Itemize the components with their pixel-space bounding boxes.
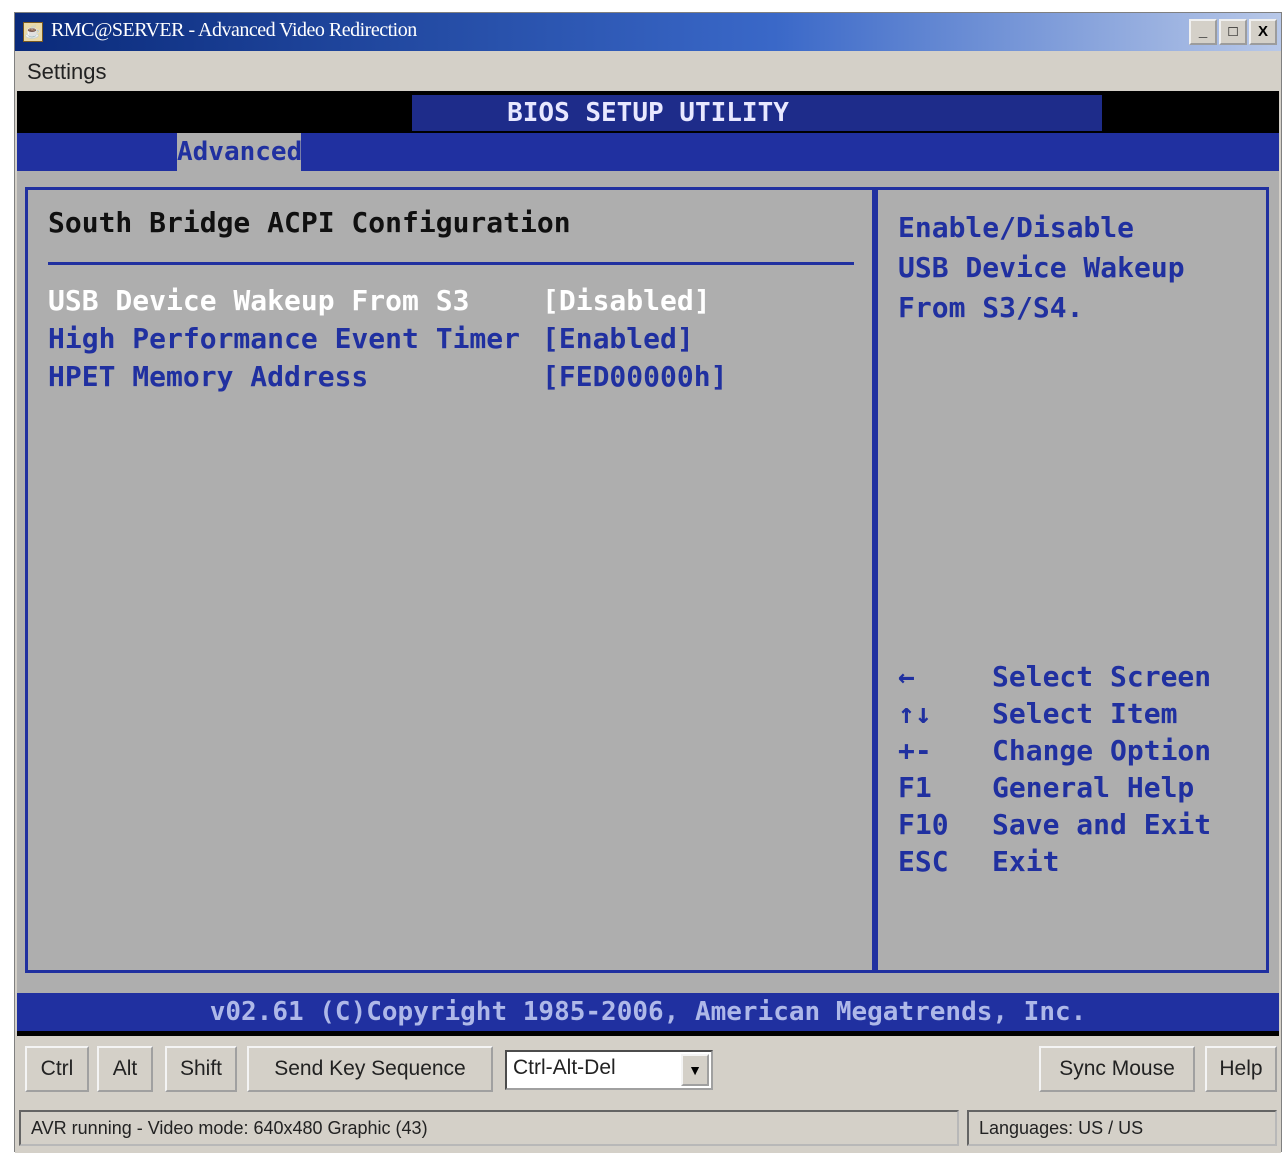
help-line: From S3/S4.: [898, 291, 1084, 324]
tab-advanced[interactable]: Advanced: [177, 133, 302, 171]
help-line: USB Device Wakeup: [898, 251, 1185, 284]
option-hpet[interactable]: High Performance Event Timer [Enabled]: [48, 322, 848, 360]
send-key-sequence-button[interactable]: Send Key Sequence: [247, 1046, 493, 1092]
minimize-button[interactable]: _: [1189, 19, 1217, 45]
option-value[interactable]: [Enabled]: [542, 322, 694, 355]
key-legend-row: F1 General Help: [898, 771, 1258, 808]
bios-footer: v02.61 (C)Copyright 1985-2006, American …: [17, 993, 1279, 1031]
close-button[interactable]: X: [1249, 19, 1277, 45]
key-legend-row: ← Select Screen: [898, 660, 1258, 697]
f10-key: F10: [898, 808, 949, 841]
alt-button[interactable]: Alt: [97, 1046, 153, 1092]
maximize-button[interactable]: □: [1219, 19, 1247, 45]
section-heading: South Bridge ACPI Configuration: [48, 206, 571, 239]
key-description: General Help: [992, 771, 1195, 804]
option-hpet-memory-address[interactable]: HPET Memory Address [FED00000h]: [48, 360, 848, 398]
sync-mouse-button[interactable]: Sync Mouse: [1039, 1046, 1195, 1092]
key-description: Change Option: [992, 734, 1212, 767]
window-controls: _ □ X: [1189, 19, 1277, 45]
status-message: AVR running - Video mode: 640x480 Graphi…: [19, 1110, 959, 1146]
bios-tab-bar: Advanced: [17, 133, 1279, 171]
f1-key: F1: [898, 771, 932, 804]
menu-bar: Settings: [15, 51, 1281, 91]
option-label: USB Device Wakeup From S3: [48, 284, 470, 317]
remote-screen[interactable]: BIOS SETUP UTILITY Advanced South Bridge…: [17, 91, 1279, 1036]
left-arrow-icon: ←: [898, 660, 915, 693]
item-help-text: Enable/Disable USB Device Wakeup From S3…: [898, 206, 1258, 326]
key-sequence-select[interactable]: Ctrl-Alt-Del ▼: [505, 1050, 713, 1090]
help-line: Enable/Disable: [898, 211, 1135, 244]
shift-button[interactable]: Shift: [165, 1046, 237, 1092]
key-description: Select Item: [992, 697, 1178, 730]
key-legend-row: F10 Save and Exit: [898, 808, 1258, 845]
ctrl-button[interactable]: Ctrl: [25, 1046, 89, 1092]
status-bar: AVR running - Video mode: 640x480 Graphi…: [15, 1104, 1281, 1153]
option-label: High Performance Event Timer: [48, 322, 521, 355]
avr-toolbar: Ctrl Alt Shift Send Key Sequence Ctrl-Al…: [15, 1036, 1281, 1104]
option-usb-device-wakeup[interactable]: USB Device Wakeup From S3 [Disabled]: [48, 284, 848, 322]
key-description: Save and Exit: [992, 808, 1212, 841]
key-sequence-value: Ctrl-Alt-Del: [513, 1056, 616, 1079]
copyright-text: v02.61 (C)Copyright 1985-2006, American …: [209, 997, 1087, 1027]
option-value[interactable]: [Disabled]: [542, 284, 711, 317]
options-panel: South Bridge ACPI Configuration USB Devi…: [25, 187, 875, 973]
option-label: HPET Memory Address: [48, 360, 369, 393]
key-legend-row: ↑↓ Select Item: [898, 697, 1258, 734]
window-title: RMC@SERVER - Advanced Video Redirection: [51, 19, 417, 41]
key-legend-row: +- Change Option: [898, 734, 1258, 771]
key-description: Exit: [992, 845, 1060, 878]
title-bar[interactable]: ☕ RMC@SERVER - Advanced Video Redirectio…: [15, 13, 1281, 51]
bios-title-bar: BIOS SETUP UTILITY: [17, 91, 1279, 133]
status-languages: Languages: US / US: [967, 1110, 1277, 1146]
bios-content: South Bridge ACPI Configuration USB Devi…: [17, 171, 1279, 993]
bios-title: BIOS SETUP UTILITY: [507, 98, 789, 128]
chevron-down-icon[interactable]: ▼: [681, 1054, 709, 1086]
avr-window: ☕ RMC@SERVER - Advanced Video Redirectio…: [14, 12, 1282, 1153]
key-legend-row: ESC Exit: [898, 845, 1258, 882]
esc-key: ESC: [898, 845, 949, 878]
option-value[interactable]: [FED00000h]: [542, 360, 727, 393]
menu-settings[interactable]: Settings: [27, 59, 107, 85]
java-app-icon: ☕: [23, 22, 43, 42]
help-panel: Enable/Disable USB Device Wakeup From S3…: [875, 187, 1269, 973]
plus-minus-key: +-: [898, 734, 932, 767]
up-down-arrows-icon: ↑↓: [898, 697, 932, 730]
help-button[interactable]: Help: [1205, 1046, 1277, 1092]
key-description: Select Screen: [992, 660, 1212, 693]
heading-divider: [48, 262, 854, 265]
key-legend: ← Select Screen ↑↓ Select Item +- Change…: [898, 660, 1258, 882]
